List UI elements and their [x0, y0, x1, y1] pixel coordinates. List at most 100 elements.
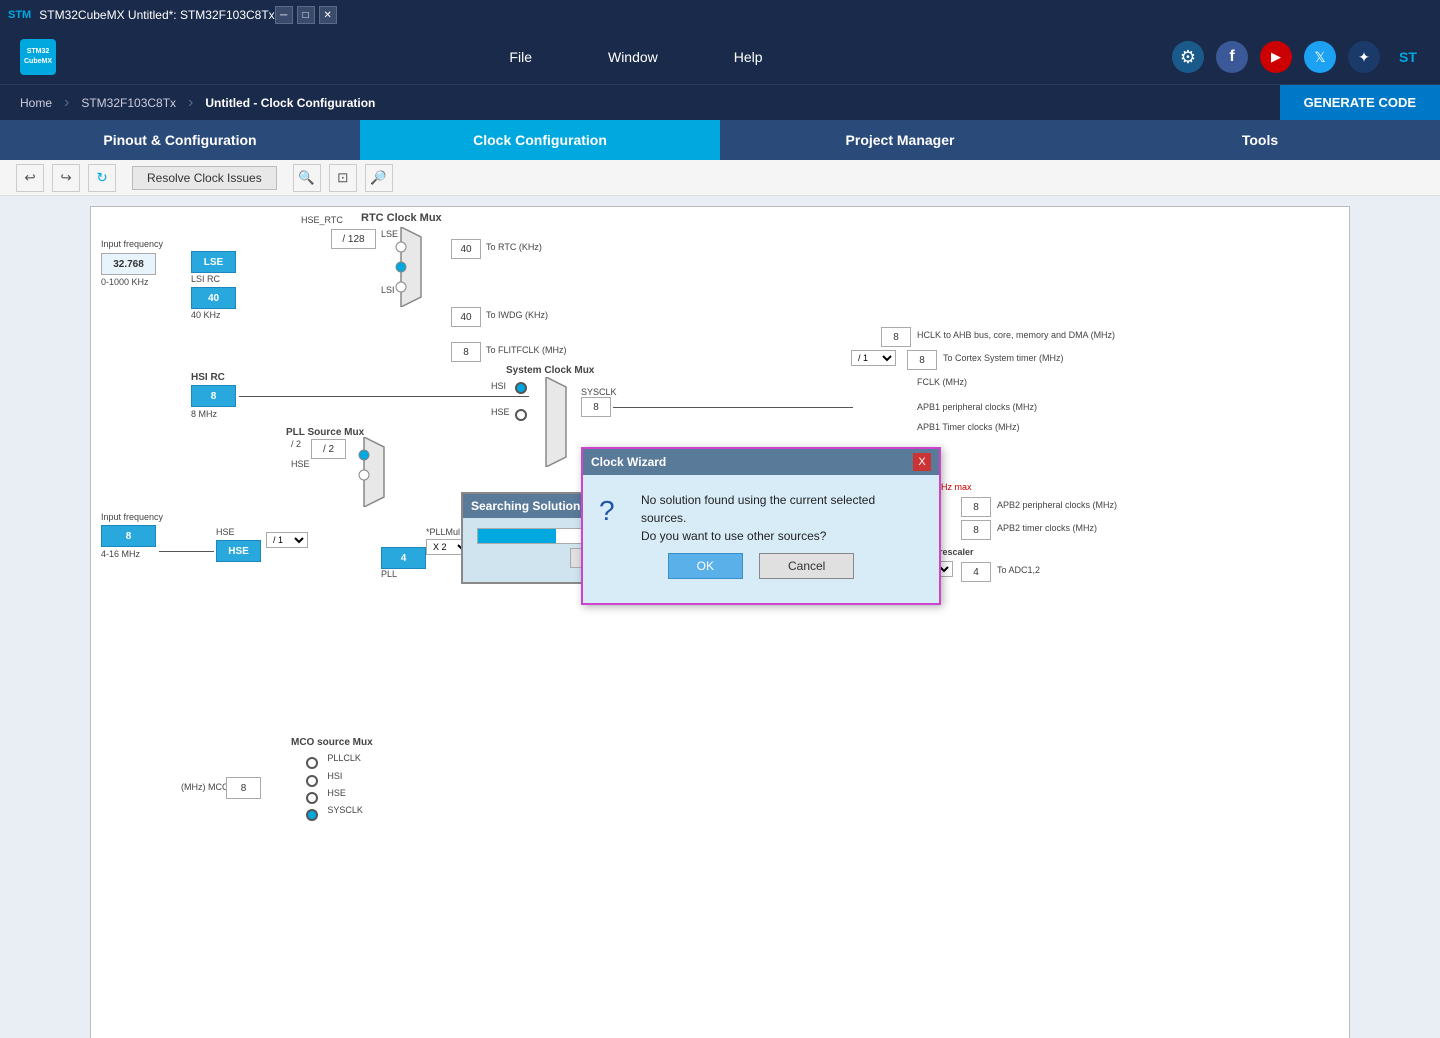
div128-box: / 128 — [331, 229, 376, 249]
community-icon[interactable]: ✦ — [1348, 41, 1380, 73]
freq-range-1: 0-1000 KHz — [101, 277, 149, 287]
restore-button[interactable]: □ — [297, 6, 315, 24]
hsi-mco-radio[interactable] — [306, 775, 318, 787]
progress-bar-fill — [478, 529, 556, 543]
hsi-sys-label: HSI — [491, 381, 506, 391]
pll-label: PLL — [381, 569, 397, 579]
tab-clock[interactable]: Clock Configuration — [360, 120, 720, 160]
sysclk-mco-radio[interactable] — [306, 809, 318, 821]
wizard-dialog-body: ? No solution found using the current se… — [583, 475, 939, 603]
mhz-mco-label: (MHz) MCO — [181, 782, 229, 792]
input-freq-value-1[interactable]: 32.768 — [101, 253, 156, 275]
undo-button[interactable]: ↩ — [16, 164, 44, 192]
hclk-val-1[interactable]: 8 — [881, 327, 911, 347]
hse-main-block: HSE — [216, 540, 261, 562]
updates-icon[interactable]: ⚙ — [1172, 41, 1204, 73]
apb2-timer-label: APB2 timer clocks (MHz) — [997, 523, 1097, 533]
mco-source-mux-label: MCO source Mux — [291, 737, 373, 748]
hse-mco-label: HSE — [327, 788, 346, 798]
to-iwdg-val[interactable]: 40 — [451, 307, 481, 327]
pllclk-mco-label: PLLCLK — [327, 753, 361, 763]
wizard-cancel-button[interactable]: Cancel — [759, 553, 854, 579]
to-adc-label: To ADC1,2 — [997, 565, 1040, 575]
pllclk-mco-radio[interactable] — [306, 757, 318, 769]
zoom-in-button[interactable]: 🔍 — [293, 164, 321, 192]
wizard-message-line1: No solution found using the current sele… — [641, 493, 875, 525]
to-flit-label: To FLITFCLK (MHz) — [486, 345, 567, 355]
sysclk-label: SYSCLK — [581, 387, 617, 397]
title-bar: STM STM32CubeMX Untitled*: STM32F103C8Tx… — [0, 0, 1440, 30]
hsi-mco-label: HSI — [327, 771, 342, 781]
lsi-40-block[interactable]: 40 — [191, 287, 236, 309]
tab-project[interactable]: Project Manager — [720, 120, 1080, 160]
sysclk-mco-label: SYSCLK — [327, 805, 363, 815]
apb2-periph-label: APB2 peripheral clocks (MHz) — [997, 500, 1117, 510]
to-rtc-val[interactable]: 40 — [451, 239, 481, 259]
menu-help[interactable]: Help — [726, 45, 771, 69]
to-flit-val[interactable]: 8 — [451, 342, 481, 362]
line-hse-input — [159, 551, 214, 552]
apb2-periph-val[interactable]: 8 — [961, 497, 991, 517]
to-rtc-label: To RTC (KHz) — [486, 242, 542, 252]
pll-mux-shape — [349, 437, 399, 507]
nav-device[interactable]: STM32F103C8Tx — [69, 85, 188, 120]
hse-mco-radio[interactable] — [306, 792, 318, 804]
hse-sys-radio[interactable] — [515, 409, 527, 421]
hse-pll-label: HSE — [291, 459, 310, 469]
zoom-out-button[interactable]: 🔎 — [365, 164, 393, 192]
hsi-sys-radio[interactable] — [515, 382, 527, 394]
apb2-timer-val[interactable]: 8 — [961, 520, 991, 540]
st-logo-icon[interactable]: ST — [1392, 41, 1424, 73]
rtc-clock-mux-label: RTC Clock Mux — [361, 212, 442, 224]
tab-tools[interactable]: Tools — [1080, 120, 1440, 160]
wizard-close-btn[interactable]: X — [913, 453, 931, 471]
wizard-ok-button[interactable]: OK — [668, 553, 743, 579]
clock-wizard-dialog: Clock Wizard X ? No solution found using… — [581, 447, 941, 605]
mco-out-val[interactable]: 8 — [226, 777, 261, 799]
brand-logo: STM32 CubeMX — [16, 35, 60, 79]
minimize-button[interactable]: ─ — [275, 6, 293, 24]
apb1-timer-label: APB1 Timer clocks (MHz) — [917, 422, 1020, 432]
menu-file[interactable]: File — [501, 45, 540, 69]
pll-out-block[interactable]: 4 — [381, 547, 426, 569]
menu-window[interactable]: Window — [600, 45, 666, 69]
hsi-rc-label: HSI RC — [191, 372, 225, 383]
lsi-40khz-label: 40 KHz — [191, 310, 221, 320]
social-icons: ⚙ f ▶ 𝕏 ✦ ST — [1172, 41, 1424, 73]
fit-button[interactable]: ⊡ — [329, 164, 357, 192]
resolve-clock-issues-button[interactable]: Resolve Clock Issues — [132, 166, 277, 190]
cortex-val[interactable]: 8 — [907, 350, 937, 370]
searching-dialog-title: Searching Solution — [471, 499, 580, 513]
svg-text:STM32: STM32 — [27, 48, 50, 55]
svg-text:CubeMX: CubeMX — [24, 58, 52, 65]
youtube-icon[interactable]: ▶ — [1260, 41, 1292, 73]
close-button[interactable]: ✕ — [319, 6, 337, 24]
sysclk-val[interactable]: 8 — [581, 397, 611, 417]
line-hsi-sysmux — [239, 396, 529, 397]
nav-project[interactable]: Untitled - Clock Configuration — [193, 85, 387, 120]
sys-clock-mux-label: System Clock Mux — [506, 365, 594, 376]
lsi-mux-label: LSI — [381, 285, 395, 295]
hsi-8mhz-label: 8 MHz — [191, 409, 217, 419]
lsi-rc-label: LSI RC — [191, 274, 220, 284]
refresh-button[interactable]: ↻ — [88, 164, 116, 192]
pll-mul-label: *PLLMul — [426, 527, 460, 537]
wizard-dialog-buttons: OK Cancel — [599, 545, 923, 591]
wizard-dialog-title: Clock Wizard — [591, 455, 666, 469]
wizard-question-icon: ? — [599, 495, 615, 527]
hclk-label: HCLK to AHB bus, core, memory and DMA (M… — [917, 330, 1115, 340]
redo-button[interactable]: ↪ — [52, 164, 80, 192]
input-freq-label-1: Input frequency — [101, 239, 163, 249]
rtc-mux-shape — [386, 227, 436, 307]
wizard-message-line2: Do you want to use other sources? — [641, 529, 826, 543]
hse-div-select[interactable]: / 1 — [266, 532, 308, 548]
hsi-8-block[interactable]: 8 — [191, 385, 236, 407]
twitter-icon[interactable]: 𝕏 — [1304, 41, 1336, 73]
tab-pinout[interactable]: Pinout & Configuration — [0, 120, 360, 160]
hse-freq-val[interactable]: 8 — [101, 525, 156, 547]
facebook-icon[interactable]: f — [1216, 41, 1248, 73]
generate-code-button[interactable]: GENERATE CODE — [1280, 85, 1440, 121]
nav-home[interactable]: Home — [8, 85, 64, 120]
ahb-prescaler-select[interactable]: / 1 — [851, 350, 896, 366]
adc-out-val[interactable]: 4 — [961, 562, 991, 582]
